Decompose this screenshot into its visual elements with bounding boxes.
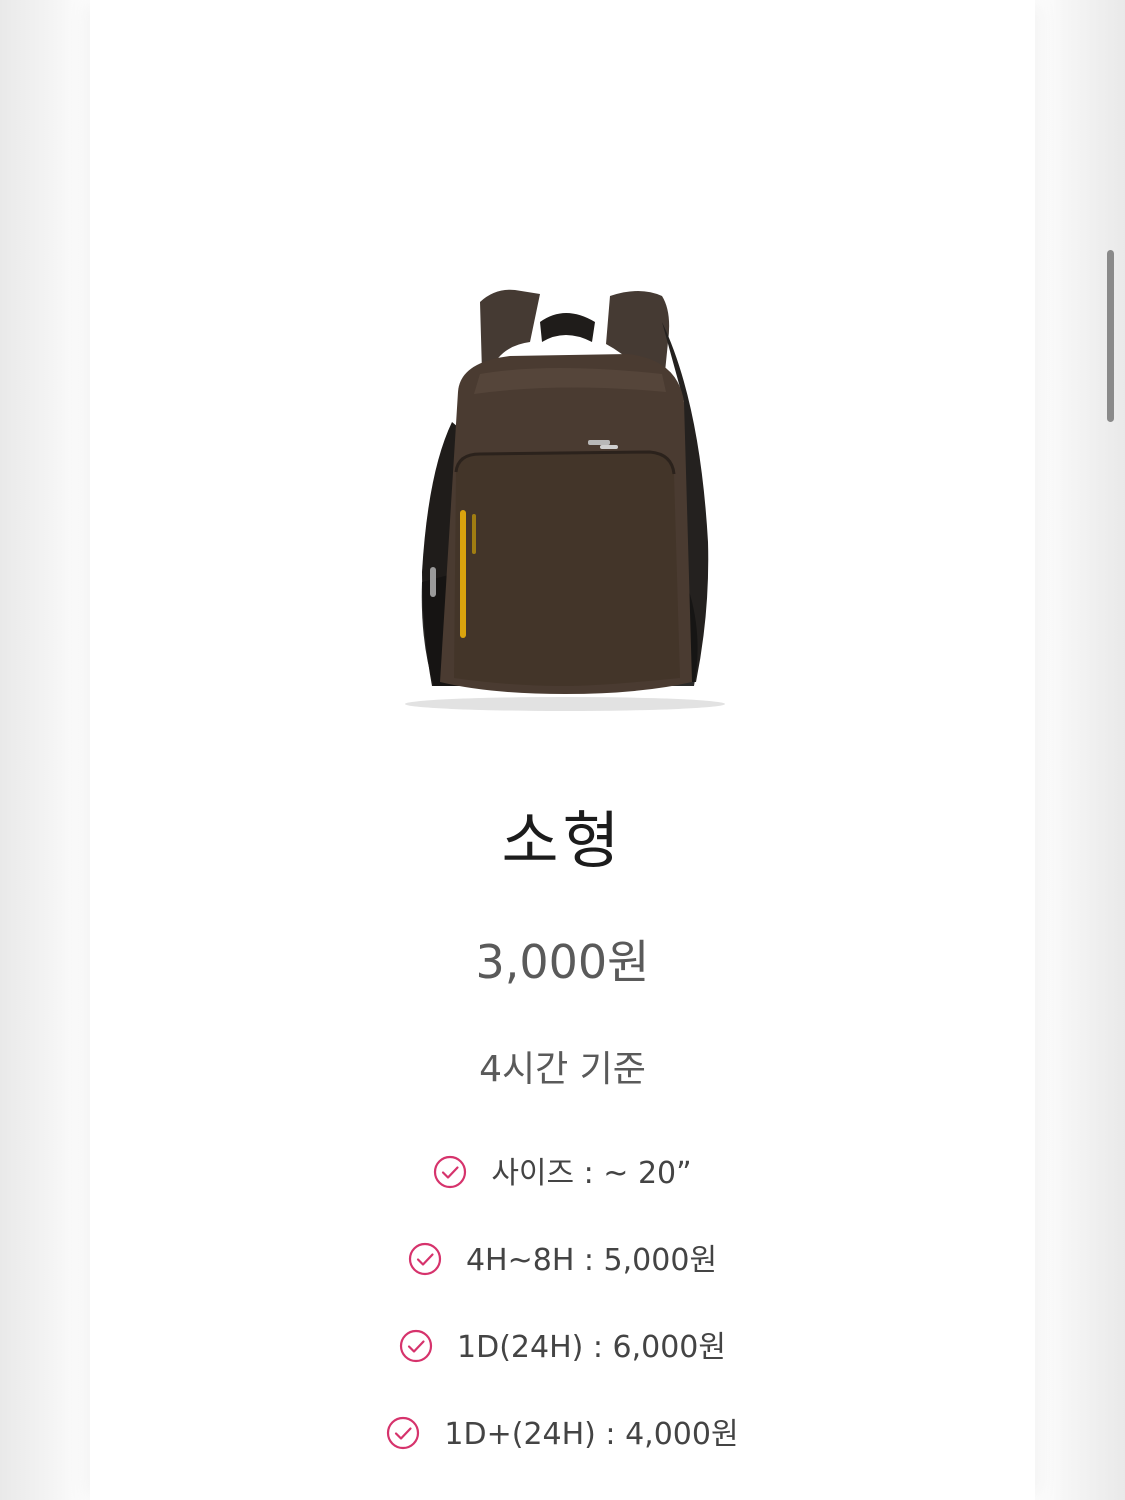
scrollbar-thumb[interactable] (1107, 250, 1114, 422)
check-circle-icon (434, 1155, 467, 1189)
price-basis-label: 4시간 기준 (479, 1049, 646, 1090)
feature-item: 1D+(24H) : 4,000원 (0, 1409, 1125, 1496)
backpack-image (405, 289, 725, 711)
feature-item: 4H~8H : 5,000원 (0, 1235, 1125, 1322)
feature-item: 사이즈 : ~ 20” (0, 1148, 1125, 1235)
feature-item: 1D(24H) : 6,000원 (0, 1322, 1125, 1409)
check-circle-icon (408, 1242, 442, 1276)
feature-list: 사이즈 : ~ 20” 4H~8H : 5,000원 1D(24H) : 6,0… (0, 1148, 1125, 1496)
feature-size: 사이즈 : ~ 20” (491, 1156, 692, 1191)
product-title: 소형 (501, 804, 624, 877)
page: 소형 3,000원 4시간 기준 사이즈 : ~ 20” 4H~8H : 5,0… (0, 0, 1125, 1500)
feature-4h-8h-price: 4H~8H : 5,000원 (465, 1243, 718, 1278)
check-circle-icon (399, 1329, 433, 1363)
feature-1d-price: 1D(24H) : 6,000원 (457, 1330, 726, 1365)
feature-1d-plus-price: 1D+(24H) : 4,000원 (444, 1417, 739, 1452)
product-price: 3,000원 (475, 935, 650, 989)
check-circle-icon (387, 1416, 420, 1450)
